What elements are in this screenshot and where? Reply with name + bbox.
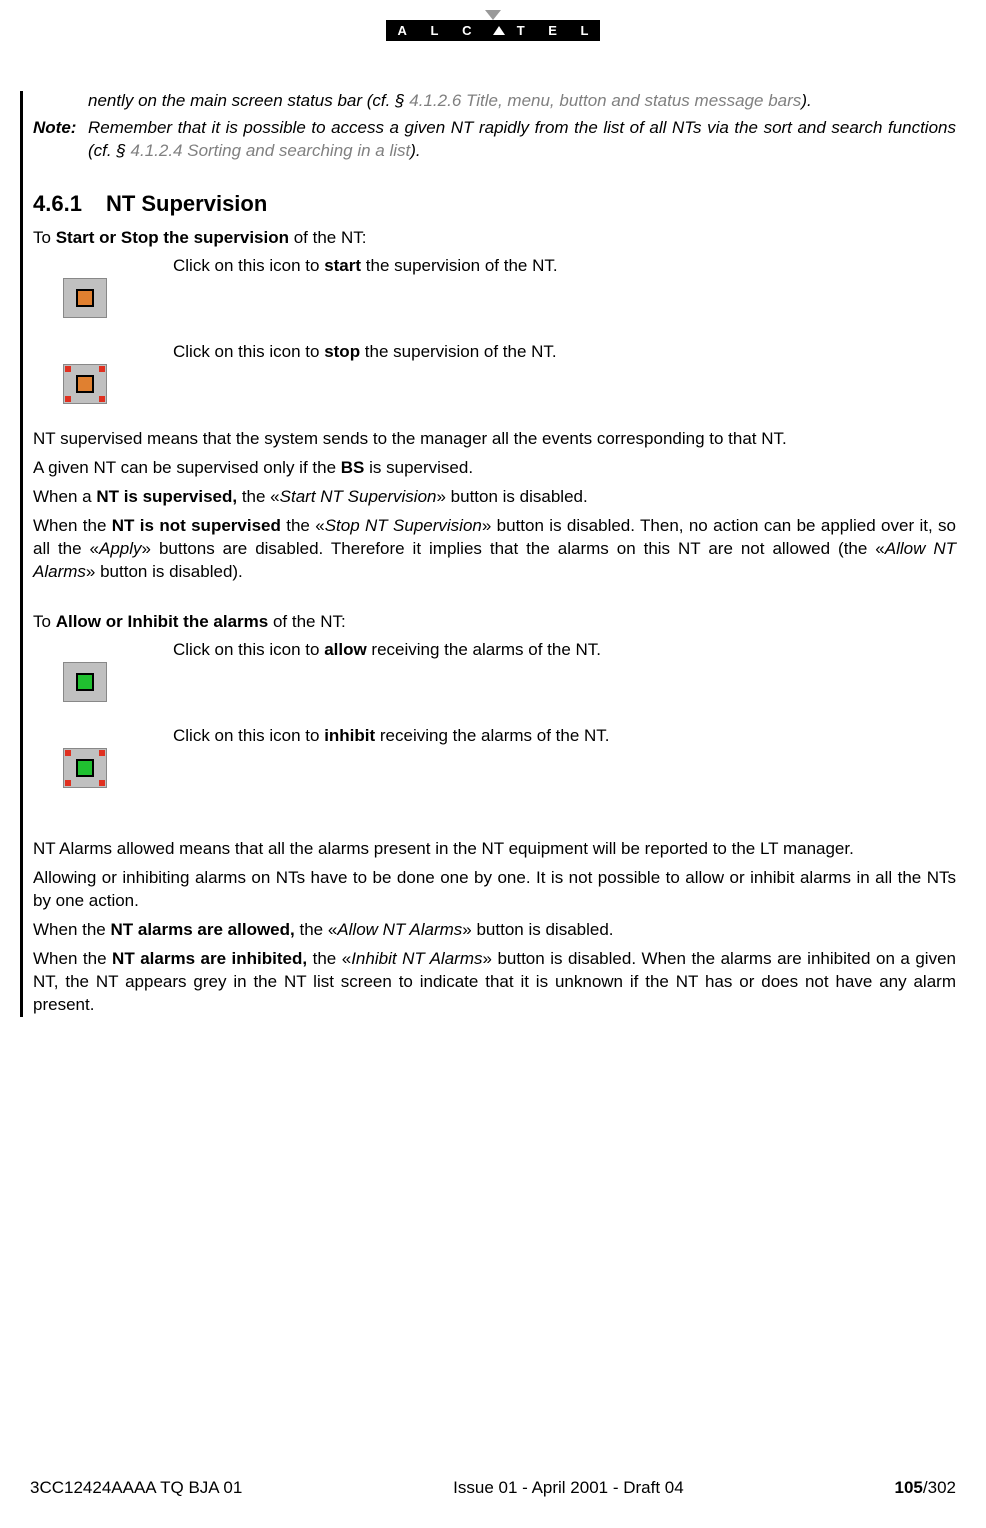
paragraph: Allowing or inhibiting alarms on NTs hav… [33, 867, 956, 913]
footer-doc-id: 3CC12424AAAA TQ BJA 01 [30, 1478, 242, 1498]
text: ). [801, 91, 811, 110]
text: receiving the alarms of the NT. [375, 726, 609, 745]
text: the « [281, 516, 325, 535]
paragraph: When the NT is not supervised the «Stop … [33, 515, 956, 584]
section-number: 4.6.1 [33, 191, 82, 217]
note-label: Note: [33, 117, 88, 163]
text: nently on the main screen status bar (cf… [88, 91, 409, 110]
text: » button is disabled. [436, 487, 587, 506]
text: Click on this icon to [173, 342, 324, 361]
text: NT is not supervised [112, 516, 281, 535]
text: » buttons are disabled. Therefore it imp… [142, 539, 885, 558]
logo-header: A L C T E L [30, 10, 956, 41]
start-supervision-row: Click on this icon to start the supervis… [33, 256, 956, 318]
section-title: NT Supervision [106, 191, 267, 216]
alcatel-logo: A L C T E L [386, 20, 601, 41]
text: NT alarms are allowed, [111, 920, 295, 939]
content-column: nently on the main screen status bar (cf… [20, 91, 956, 1017]
note-paragraph: Note: Remember that it is possible to ac… [33, 117, 956, 163]
page-total: /302 [923, 1478, 956, 1497]
section-heading: 4.6.1 NT Supervision [33, 191, 956, 217]
text: When a [33, 487, 96, 506]
text: Start or Stop the supervision [56, 228, 289, 247]
text: the supervision of the NT. [360, 342, 557, 361]
paragraph: NT Alarms allowed means that all the ala… [33, 838, 956, 861]
text: receiving the alarms of the NT. [367, 640, 601, 659]
start-supervision-icon[interactable] [63, 278, 107, 318]
alarm-intro: To Allow or Inhibit the alarms of the NT… [33, 611, 956, 634]
logo-triangle-icon [485, 10, 501, 20]
paragraph: When a NT is supervised, the «Start NT S… [33, 486, 956, 509]
text: is supervised. [364, 458, 473, 477]
page-footer: 3CC12424AAAA TQ BJA 01 Issue 01 - April … [30, 1478, 956, 1498]
text: BS [341, 458, 365, 477]
text: inhibit [324, 726, 375, 745]
text: the « [307, 949, 351, 968]
document-page: A L C T E L nently on the main screen st… [0, 0, 986, 1528]
stop-supervision-row: Click on this icon to stop the supervisi… [33, 342, 956, 404]
link-ref: 4.1.2.4 Sorting and searching in a list [131, 141, 411, 160]
text: A given NT can be supervised only if the [33, 458, 341, 477]
text: To [33, 228, 56, 247]
text: Apply [99, 539, 142, 558]
footer-page: 105/302 [895, 1478, 956, 1498]
text: NT is supervised, [96, 487, 237, 506]
link-ref: 4.1.2.6 Title, menu, button and status m… [409, 91, 801, 110]
text: When the [33, 949, 112, 968]
inhibit-alarms-row: Click on this icon to inhibit receiving … [33, 726, 956, 788]
note-body: Remember that it is possible to access a… [88, 117, 956, 163]
paragraph: When the NT alarms are inhibited, the «I… [33, 948, 956, 1017]
paragraph: A given NT can be supervised only if the… [33, 457, 956, 480]
text: the supervision of the NT. [361, 256, 558, 275]
allow-alarms-icon[interactable] [63, 662, 107, 702]
text: To [33, 612, 56, 631]
stop-supervision-icon[interactable] [63, 364, 107, 404]
intro-fragment: nently on the main screen status bar (cf… [33, 91, 956, 111]
text: Allow NT Alarms [337, 920, 462, 939]
supervision-intro: To Start or Stop the supervision of the … [33, 227, 956, 250]
paragraph: NT supervised means that the system send… [33, 428, 956, 451]
text: Start NT Supervision [280, 487, 437, 506]
text: Allow or Inhibit the alarms [56, 612, 269, 631]
text: » button is disabled). [86, 562, 243, 581]
text: Click on this icon to [173, 640, 324, 659]
paragraph: When the NT alarms are allowed, the «All… [33, 919, 956, 942]
allow-alarms-row: Click on this icon to allow receiving th… [33, 640, 956, 702]
text: Stop NT Supervision [325, 516, 482, 535]
text: Inhibit NT Alarms [351, 949, 482, 968]
text: start [324, 256, 361, 275]
text: Click on this icon to [173, 256, 324, 275]
inhibit-alarms-icon[interactable] [63, 748, 107, 788]
text: Click on this icon to [173, 726, 324, 745]
text: When the [33, 920, 111, 939]
text: When the [33, 516, 112, 535]
text: NT alarms are inhibited, [112, 949, 307, 968]
text: » button is disabled. [462, 920, 613, 939]
text: stop [324, 342, 360, 361]
text: the « [237, 487, 280, 506]
footer-issue: Issue 01 - April 2001 - Draft 04 [453, 1478, 684, 1498]
text: of the NT: [268, 612, 345, 631]
text: ). [410, 141, 420, 160]
text: allow [324, 640, 367, 659]
text: the « [295, 920, 338, 939]
text: of the NT: [289, 228, 366, 247]
page-current: 105 [895, 1478, 923, 1497]
